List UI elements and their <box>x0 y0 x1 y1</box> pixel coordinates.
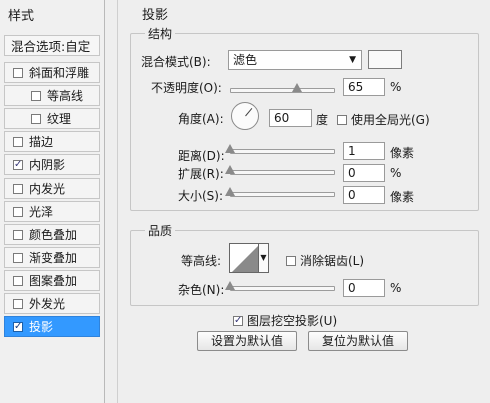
style-item-label: 图案叠加 <box>29 274 78 288</box>
checkbox-icon[interactable] <box>13 252 23 263</box>
distance-input[interactable]: 1 <box>343 142 385 160</box>
style-item[interactable]: 外发光 <box>4 293 100 314</box>
style-item[interactable]: 描边 <box>4 131 100 152</box>
global-light-check-icon <box>337 114 347 125</box>
contour-dropdown[interactable]: ▼ <box>259 243 269 273</box>
distance-label: 距离(D): <box>178 149 225 163</box>
chevron-down-icon: ▼ <box>260 253 267 262</box>
checkbox-icon[interactable] <box>13 298 23 309</box>
contour-curve-icon <box>232 246 258 272</box>
checkbox-icon[interactable] <box>13 136 23 147</box>
blend-options-label: 混合选项:自定 <box>11 39 91 54</box>
checkbox-icon[interactable] <box>31 113 41 124</box>
style-item[interactable]: 等高线 <box>4 85 100 106</box>
blend-mode-label: 混合模式(B): <box>141 55 211 69</box>
knockout-checkbox[interactable]: ✓ 图层挖空投影(U) <box>233 312 337 329</box>
global-light-label: 使用全局光(G) <box>351 113 430 127</box>
checkbox-icon[interactable] <box>13 275 23 286</box>
distance-unit: 像素 <box>390 146 415 160</box>
spread-input[interactable]: 0 <box>343 164 385 182</box>
chevron-down-icon: ▼ <box>349 55 356 65</box>
noise-label: 杂色(N): <box>178 283 225 297</box>
style-item[interactable]: 纹理 <box>4 108 100 129</box>
antialias-checkbox[interactable]: 消除锯齿(L) <box>286 252 364 269</box>
noise-input[interactable]: 0 <box>343 279 385 297</box>
style-item-label: 渐变叠加 <box>29 251 78 265</box>
style-item-label: 纹理 <box>47 112 72 126</box>
style-item[interactable]: 颜色叠加 <box>4 224 100 245</box>
style-item-label: 描边 <box>29 135 54 149</box>
opacity-slider-track[interactable] <box>230 88 335 93</box>
spread-unit: % <box>390 166 402 180</box>
style-item-label: 外发光 <box>29 297 66 311</box>
blend-mode-select[interactable]: 滤色 ▼ <box>228 50 362 70</box>
style-item[interactable]: ✓ 投影 <box>4 316 100 337</box>
opacity-slider-thumb[interactable] <box>291 83 302 92</box>
checkbox-icon[interactable] <box>13 183 23 194</box>
opacity-unit: % <box>390 80 402 94</box>
panel-divider <box>117 0 118 403</box>
styles-panel: 样式 混合选项:自定 斜面和浮雕等高线纹理描边 ✓ 内阴影内发光光泽颜色叠加渐变叠加… <box>0 0 105 403</box>
section-title: 投影 <box>142 8 169 23</box>
checkbox-icon[interactable] <box>13 229 23 240</box>
knockout-check-icon: ✓ <box>233 314 243 326</box>
spread-label: 扩展(R): <box>178 167 224 181</box>
size-input[interactable]: 0 <box>343 186 385 204</box>
style-item[interactable]: 渐变叠加 <box>4 247 100 268</box>
quality-title: 品质 <box>145 222 176 239</box>
checkmark-icon[interactable]: ✓ <box>13 321 23 332</box>
checkmark-icon[interactable]: ✓ <box>13 159 23 170</box>
checkbox-icon[interactable] <box>13 67 23 78</box>
style-item-label: 内阴影 <box>29 158 66 172</box>
style-item-label: 斜面和浮雕 <box>29 66 90 80</box>
style-item-label: 投影 <box>29 320 54 334</box>
antialias-label: 消除锯齿(L) <box>300 254 365 268</box>
distance-slider-track[interactable] <box>230 149 335 154</box>
make-default-button[interactable]: 设置为默认值 <box>197 331 297 351</box>
shadow-color-swatch[interactable] <box>368 50 402 69</box>
size-label: 大小(S): <box>178 189 224 203</box>
style-item[interactable]: ✓ 内阴影 <box>4 154 100 175</box>
spread-slider-track[interactable] <box>230 170 335 175</box>
styles-title: 样式 <box>8 9 35 24</box>
style-item[interactable]: 图案叠加 <box>4 270 100 291</box>
style-item[interactable]: 斜面和浮雕 <box>4 62 100 83</box>
contour-label: 等高线: <box>181 254 222 268</box>
style-item-label: 颜色叠加 <box>29 228 78 242</box>
reset-default-button[interactable]: 复位为默认值 <box>308 331 408 351</box>
structure-title: 结构 <box>145 25 176 42</box>
angle-needle-icon <box>245 108 253 117</box>
antialias-check-icon <box>286 255 296 266</box>
angle-unit: 度 <box>316 113 329 127</box>
style-item-label: 等高线 <box>47 89 84 103</box>
size-slider-thumb[interactable] <box>225 187 235 196</box>
noise-slider-track[interactable] <box>230 286 335 291</box>
checkbox-icon[interactable] <box>13 206 23 217</box>
knockout-label: 图层挖空投影(U) <box>247 314 338 328</box>
checkbox-icon[interactable] <box>31 90 41 101</box>
style-item-label: 内发光 <box>29 182 66 196</box>
angle-label: 角度(A): <box>178 112 224 126</box>
blend-mode-value: 滤色 <box>233 53 258 67</box>
quality-group: 品质 等高线: ▼ 消除锯齿(L) 杂色(N): 0 % <box>130 222 479 306</box>
distance-slider-thumb[interactable] <box>225 144 235 153</box>
contour-picker[interactable] <box>229 243 259 273</box>
spread-slider-thumb[interactable] <box>225 165 235 174</box>
noise-slider-thumb[interactable] <box>225 281 235 290</box>
global-light-checkbox[interactable]: 使用全局光(G) <box>337 111 430 128</box>
angle-input[interactable]: 60 <box>269 109 312 127</box>
size-unit: 像素 <box>390 190 415 204</box>
style-item-label: 光泽 <box>29 205 54 219</box>
style-item[interactable]: 内发光 <box>4 178 100 199</box>
opacity-input[interactable]: 65 <box>343 78 385 96</box>
size-slider-track[interactable] <box>230 192 335 197</box>
structure-group: 结构 混合模式(B): 滤色 ▼ 不透明度(O): 65 % 角度(A): 60… <box>130 25 479 211</box>
angle-dial[interactable] <box>231 102 259 130</box>
blend-options-item[interactable]: 混合选项:自定 <box>4 35 100 56</box>
style-item[interactable]: 光泽 <box>4 201 100 222</box>
opacity-label: 不透明度(O): <box>151 81 222 95</box>
noise-unit: % <box>390 281 402 295</box>
